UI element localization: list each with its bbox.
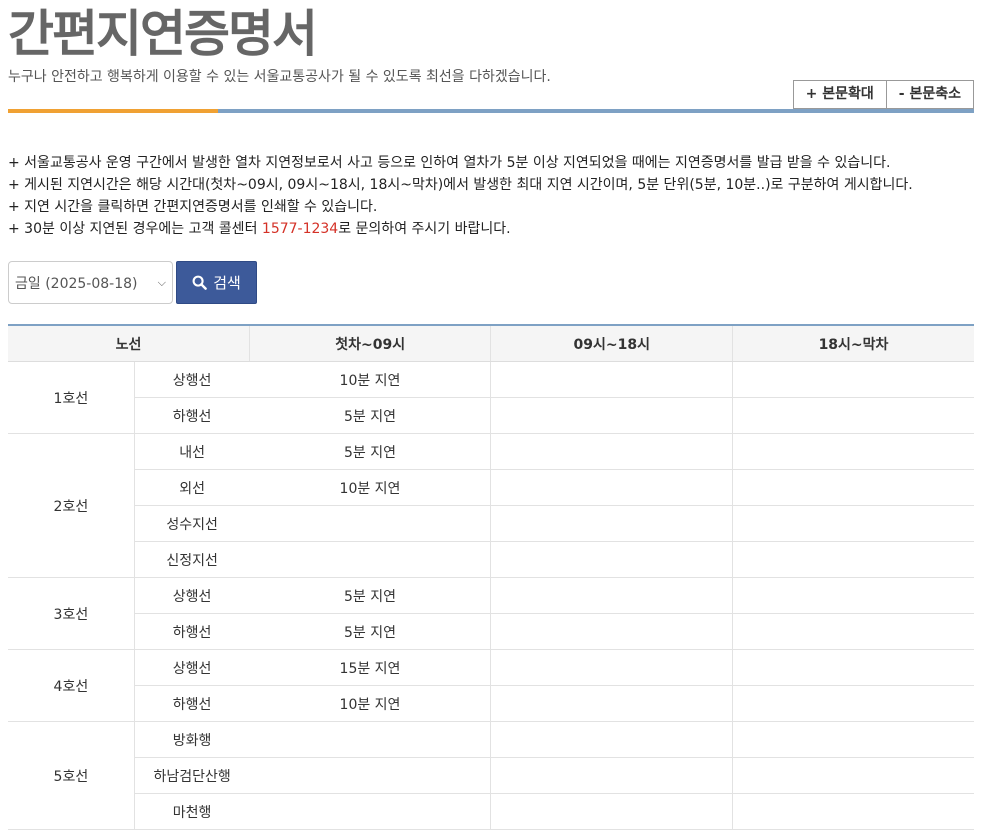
delay-cell (490, 649, 733, 686)
delay-cell (731, 649, 974, 686)
delay-cell (490, 361, 733, 398)
direction-cell: 하행선 (134, 613, 250, 650)
notice-item: + 서울교통공사 운영 구간에서 발생한 열차 지연정보로서 사고 등으로 인하… (8, 155, 891, 171)
direction-cell: 신정지선 (134, 541, 250, 578)
direction-cell: 하행선 (134, 397, 250, 434)
direction-cell: 하행선 (134, 685, 250, 722)
table-row: 신정지선 (8, 541, 974, 578)
direction-cell: 상행선 (134, 577, 250, 614)
search-bar: 금일 (2025-08-18) ⌵ 검색 (8, 261, 257, 304)
header-09-18: 09시~18시 (490, 325, 733, 362)
delay-cell[interactable]: 5분 지연 (249, 577, 491, 614)
delay-cell (731, 721, 974, 758)
delay-cell (731, 757, 974, 794)
direction-cell: 성수지선 (134, 505, 250, 542)
line-name-cell: 3호선 (8, 577, 135, 650)
line-name-cell: 2호선 (8, 433, 135, 578)
direction-cell: 방화행 (134, 721, 250, 758)
notice-item: + 게시된 지연시간은 해당 시간대(첫차~09시, 09시~18시, 18시~… (8, 177, 913, 193)
delay-cell (731, 505, 974, 542)
delay-cell (731, 469, 974, 506)
direction-cell: 상행선 (134, 649, 250, 686)
zoom-out-button[interactable]: - 본문축소 (886, 80, 974, 109)
delay-cell (731, 433, 974, 470)
table-row: 1호선 상행선 10분 지연 (8, 361, 974, 434)
delay-cell (731, 397, 974, 434)
table-row: 5호선 방화행 (8, 721, 974, 830)
date-select-value: 금일 (2025-08-18) (15, 275, 138, 292)
notice-list: + 서울교통공사 운영 구간에서 발생한 열차 지연정보로서 사고 등으로 인하… (8, 152, 913, 240)
table-row: 4호선 상행선 15분 지연 (8, 649, 974, 722)
page-subtitle: 누구나 안전하고 행복하게 이용할 수 있는 서울교통공사가 될 수 있도록 최… (8, 69, 551, 85)
direction-cell: 내선 (134, 433, 250, 470)
delay-cell (249, 505, 491, 542)
delay-cell (249, 541, 491, 578)
delay-cell (490, 541, 733, 578)
delay-cell (731, 541, 974, 578)
table-row: 하행선 10분 지연 (8, 685, 974, 722)
table-header-row: 노선 첫차~09시 09시~18시 18시~막차 (8, 325, 974, 362)
callcenter-phone: 1577-1234 (261, 221, 339, 237)
delay-cell (490, 685, 733, 722)
delay-cell (731, 685, 974, 722)
zoom-controls: + 본문확대 - 본문축소 (792, 80, 974, 109)
table-row: 3호선 상행선 5분 지연 (8, 577, 974, 650)
chevron-down-icon: ⌵ (157, 275, 166, 289)
delay-cell (490, 793, 733, 830)
search-button-label: 검색 (213, 274, 241, 292)
line-name-cell: 5호선 (8, 721, 135, 830)
table-row: 하행선 5분 지연 (8, 397, 974, 434)
header-divider (8, 109, 974, 113)
delay-cell (490, 505, 733, 542)
delay-cell (490, 469, 733, 506)
delay-cell (731, 613, 974, 650)
delay-cell (490, 721, 733, 758)
direction-cell: 마천행 (134, 793, 250, 830)
delay-cell (249, 757, 491, 794)
delay-cell[interactable]: 5분 지연 (249, 613, 491, 650)
table-row: 하남검단산행 (8, 757, 974, 794)
notice-text: + 30분 이상 지연된 경우에는 고객 콜센터 (8, 221, 262, 237)
delay-cell (249, 793, 491, 830)
page-title: 간편지연증명서 (8, 5, 318, 63)
search-icon (192, 275, 207, 290)
delay-cell[interactable]: 15분 지연 (249, 649, 491, 686)
delay-cell[interactable]: 10분 지연 (249, 469, 491, 506)
header-line: 노선 (8, 325, 250, 362)
delay-cell (490, 433, 733, 470)
table-row: 마천행 (8, 793, 974, 830)
notice-text: 로 문의하여 주시기 바랍니다. (338, 221, 511, 237)
line-name-cell: 4호선 (8, 649, 135, 722)
delay-cell[interactable]: 5분 지연 (249, 433, 491, 470)
notice-item: + 30분 이상 지연된 경우에는 고객 콜센터 1577-1234로 문의하여… (8, 218, 913, 240)
delay-cell (731, 793, 974, 830)
delay-cell[interactable]: 10분 지연 (249, 685, 491, 722)
table-body: 1호선 상행선 10분 지연 하행선 5분 지연 2호선 내선 5분 지연 외선 10분 지연 성수… (8, 361, 974, 830)
delay-cell[interactable]: 10분 지연 (249, 361, 491, 398)
delay-cell (490, 757, 733, 794)
header-18-last: 18시~막차 (731, 325, 974, 362)
delay-cell (731, 577, 974, 614)
direction-cell: 하남검단산행 (134, 757, 250, 794)
table-row: 2호선 내선 5분 지연 (8, 433, 974, 578)
zoom-in-button[interactable]: + 본문확대 (792, 80, 887, 109)
delay-cell (249, 721, 491, 758)
delay-table: 노선 첫차~09시 09시~18시 18시~막차 1호선 상행선 10분 지연 하행선… (8, 324, 974, 830)
table-row: 성수지선 (8, 505, 974, 542)
table-row: 하행선 5분 지연 (8, 613, 974, 650)
delay-cell (490, 577, 733, 614)
divider-accent (8, 109, 218, 113)
header-first-09: 첫차~09시 (248, 325, 491, 362)
date-select[interactable]: 금일 (2025-08-18) ⌵ (8, 261, 173, 304)
delay-cell[interactable]: 5분 지연 (249, 397, 491, 434)
delay-cell (731, 361, 974, 398)
direction-cell: 상행선 (134, 361, 250, 398)
table-row: 외선 10분 지연 (8, 469, 974, 506)
delay-cell (490, 613, 733, 650)
delay-cell (490, 397, 733, 434)
notice-item: + 지연 시간을 클릭하면 간편지연증명서를 인쇄할 수 있습니다. (8, 199, 378, 215)
search-button[interactable]: 검색 (176, 261, 257, 304)
line-name-cell: 1호선 (8, 361, 135, 434)
direction-cell: 외선 (134, 469, 250, 506)
